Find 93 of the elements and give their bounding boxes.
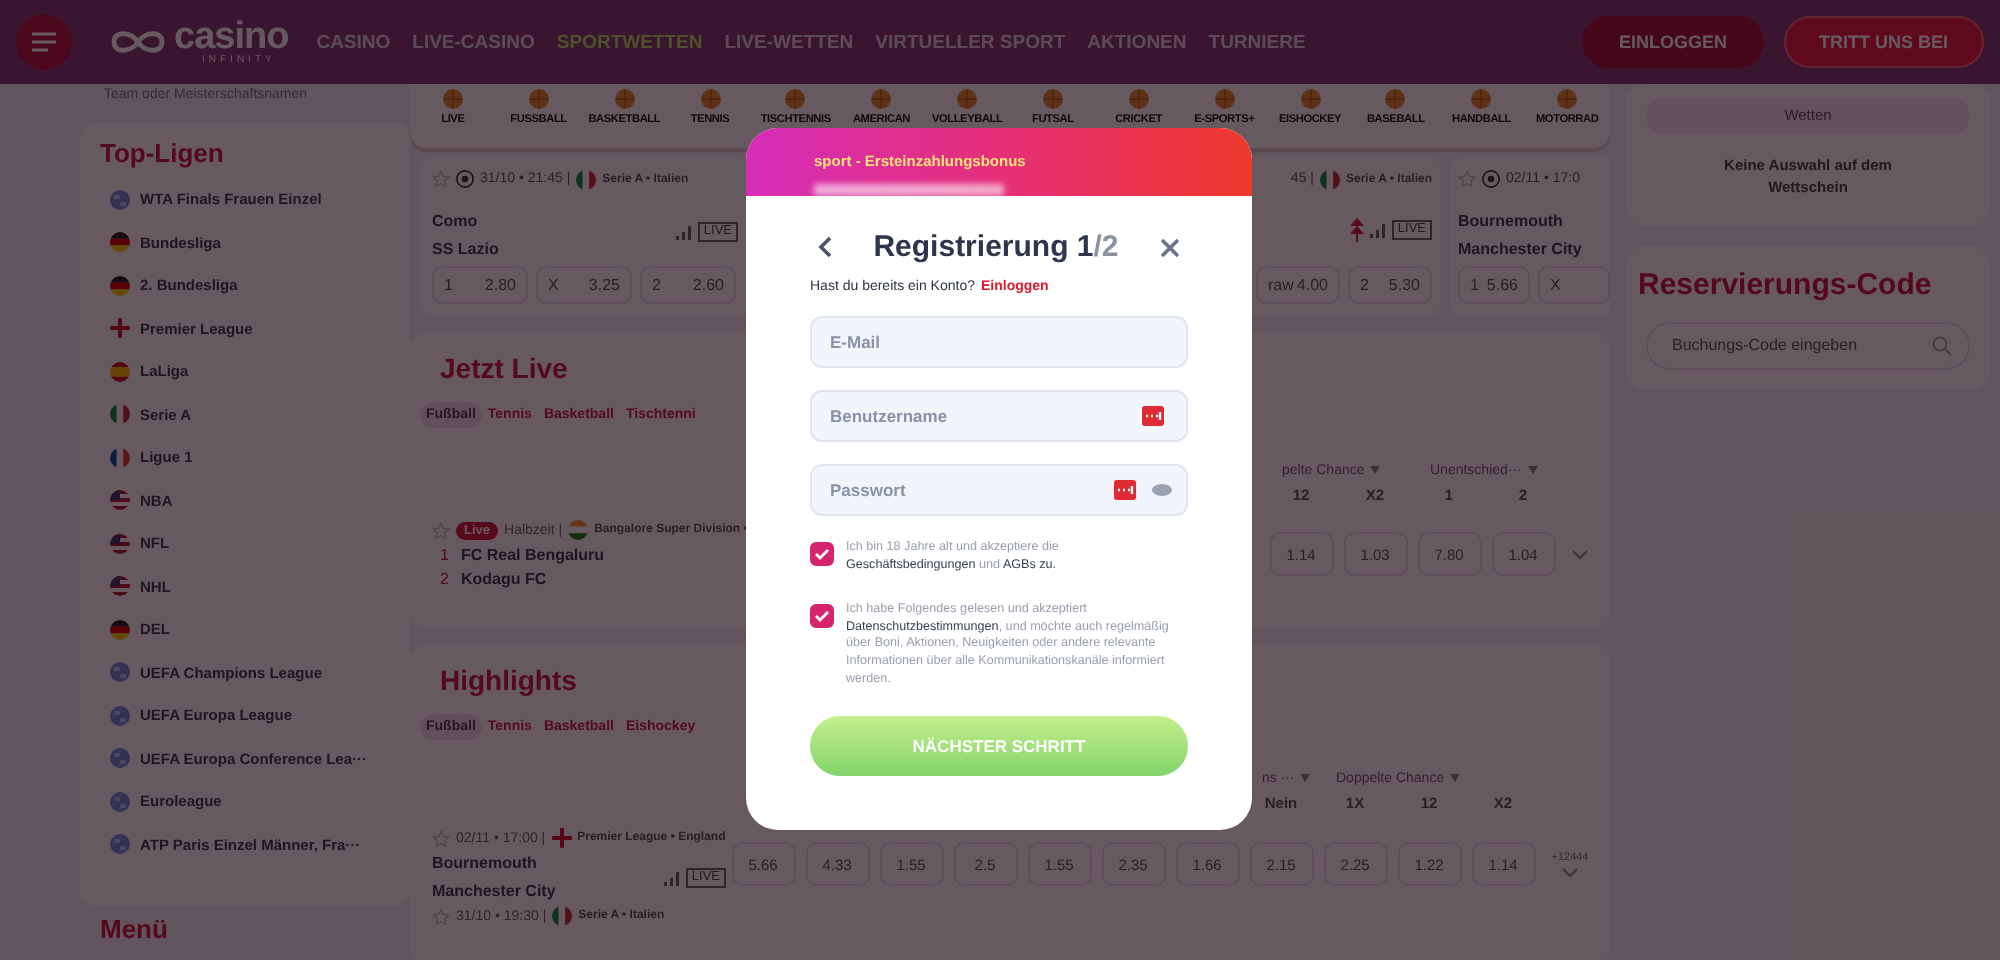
team-name: Bournemouth (432, 854, 539, 872)
ball-icon (1556, 88, 1579, 110)
ball-icon (441, 88, 464, 110)
flag-icon (551, 828, 572, 848)
flag-icon (110, 490, 130, 511)
globe-icon (110, 662, 130, 683)
caret-icon (1527, 466, 1538, 474)
ball-icon (1213, 88, 1236, 110)
star-icon (432, 907, 450, 925)
team-score: 1 (440, 546, 449, 564)
ball-icon (870, 88, 893, 110)
flag-icon (110, 619, 130, 640)
team-name: Manchester City (432, 882, 556, 900)
odds-button[interactable]: raw 4.00 (1256, 266, 1340, 304)
odds-button[interactable]: 2 2.60 (640, 266, 736, 304)
signal-icon (663, 871, 680, 885)
menu-button[interactable] (16, 14, 72, 70)
flag-icon (576, 169, 597, 189)
star-icon (432, 829, 450, 847)
caret-icon (1370, 466, 1381, 474)
section-title: Top-Ligen (100, 138, 226, 168)
star-icon (432, 521, 450, 539)
next-step-button[interactable]: NÄCHSTER SCHRITT (810, 716, 1188, 777)
team-name: Manchester City (1458, 240, 1582, 258)
globe-icon (110, 705, 130, 726)
ball-icon (699, 88, 721, 110)
consent-checkbox[interactable] (810, 542, 834, 566)
flag-icon (1319, 169, 1340, 189)
ball-icon (956, 88, 979, 110)
ball-icon (1384, 88, 1407, 110)
username-field[interactable]: Benutzername (810, 390, 1188, 442)
flag-icon (110, 533, 130, 554)
caret-icon (1450, 774, 1461, 782)
flag-icon (568, 520, 589, 540)
signal-icon (1369, 223, 1386, 237)
consent-checkbox[interactable] (810, 604, 834, 629)
team-score: 2 (440, 570, 449, 588)
ball-icon (456, 170, 474, 188)
odds-button[interactable]: X 3.25 (536, 266, 632, 304)
eye-icon[interactable] (1152, 484, 1172, 496)
flag-icon (110, 275, 130, 296)
back-icon[interactable] (818, 236, 832, 258)
dialog-title: Registrierung 1/2 (873, 230, 1119, 264)
odds-button[interactable]: 1 5.66 (1458, 266, 1530, 304)
ball-icon (527, 88, 550, 110)
up-arrows-icon (1349, 218, 1364, 242)
flag-icon (110, 318, 130, 339)
star-icon (432, 170, 450, 188)
ball-icon (613, 88, 636, 110)
team-name: FC Real Bengaluru (460, 546, 605, 564)
globe-icon (110, 189, 130, 210)
odds-button[interactable]: 2 5.30 (1348, 266, 1432, 304)
booking-code-field[interactable]: Buchungs-Code eingeben (1646, 321, 1970, 369)
flag-icon (110, 361, 130, 382)
checkmark-icon (814, 610, 830, 623)
menu-icon (32, 32, 56, 52)
ball-icon (1470, 88, 1493, 110)
star-icon (1458, 170, 1476, 188)
checkmark-icon (814, 548, 830, 560)
odds-button[interactable]: 1 2.80 (432, 266, 528, 304)
password-manager-icon[interactable] (1114, 480, 1136, 500)
odds-button[interactable]: X (1538, 266, 1610, 304)
ball-icon (1299, 88, 1322, 110)
flag-icon (110, 232, 130, 253)
section-title: Reservierungs-Code (1638, 267, 1934, 301)
team-name: Kodagu FC (460, 570, 547, 588)
section-title: Menü (100, 914, 170, 944)
flag-icon (110, 576, 130, 597)
join-button[interactable]: TRITT UNS BEI (1783, 16, 1984, 68)
flag-icon (110, 447, 130, 468)
infinity-icon (108, 26, 168, 58)
password-manager-icon[interactable] (1142, 406, 1164, 426)
flag-icon (110, 404, 130, 425)
flag-icon (552, 906, 573, 926)
section-title: Highlights (440, 664, 577, 696)
login-button[interactable]: EINLOGGEN (1582, 16, 1763, 68)
team-name: Bournemouth (1458, 212, 1565, 230)
password-field[interactable]: Passwort (810, 464, 1188, 516)
signal-icon (675, 225, 692, 239)
team-name: SS Lazio (432, 240, 499, 258)
section-title: Jetzt Live (440, 352, 568, 384)
ball-icon (1127, 88, 1150, 110)
ball-icon (784, 88, 807, 110)
team-name: Como (432, 212, 480, 230)
globe-icon (110, 748, 130, 769)
caret-icon (1300, 774, 1311, 782)
ball-icon (1482, 170, 1500, 188)
close-icon[interactable] (1159, 237, 1180, 257)
logo-text: casino (174, 18, 289, 56)
globe-icon (110, 791, 130, 812)
globe-icon (110, 834, 130, 855)
email-field[interactable]: E-Mail (810, 316, 1188, 368)
ball-icon (1041, 88, 1064, 110)
